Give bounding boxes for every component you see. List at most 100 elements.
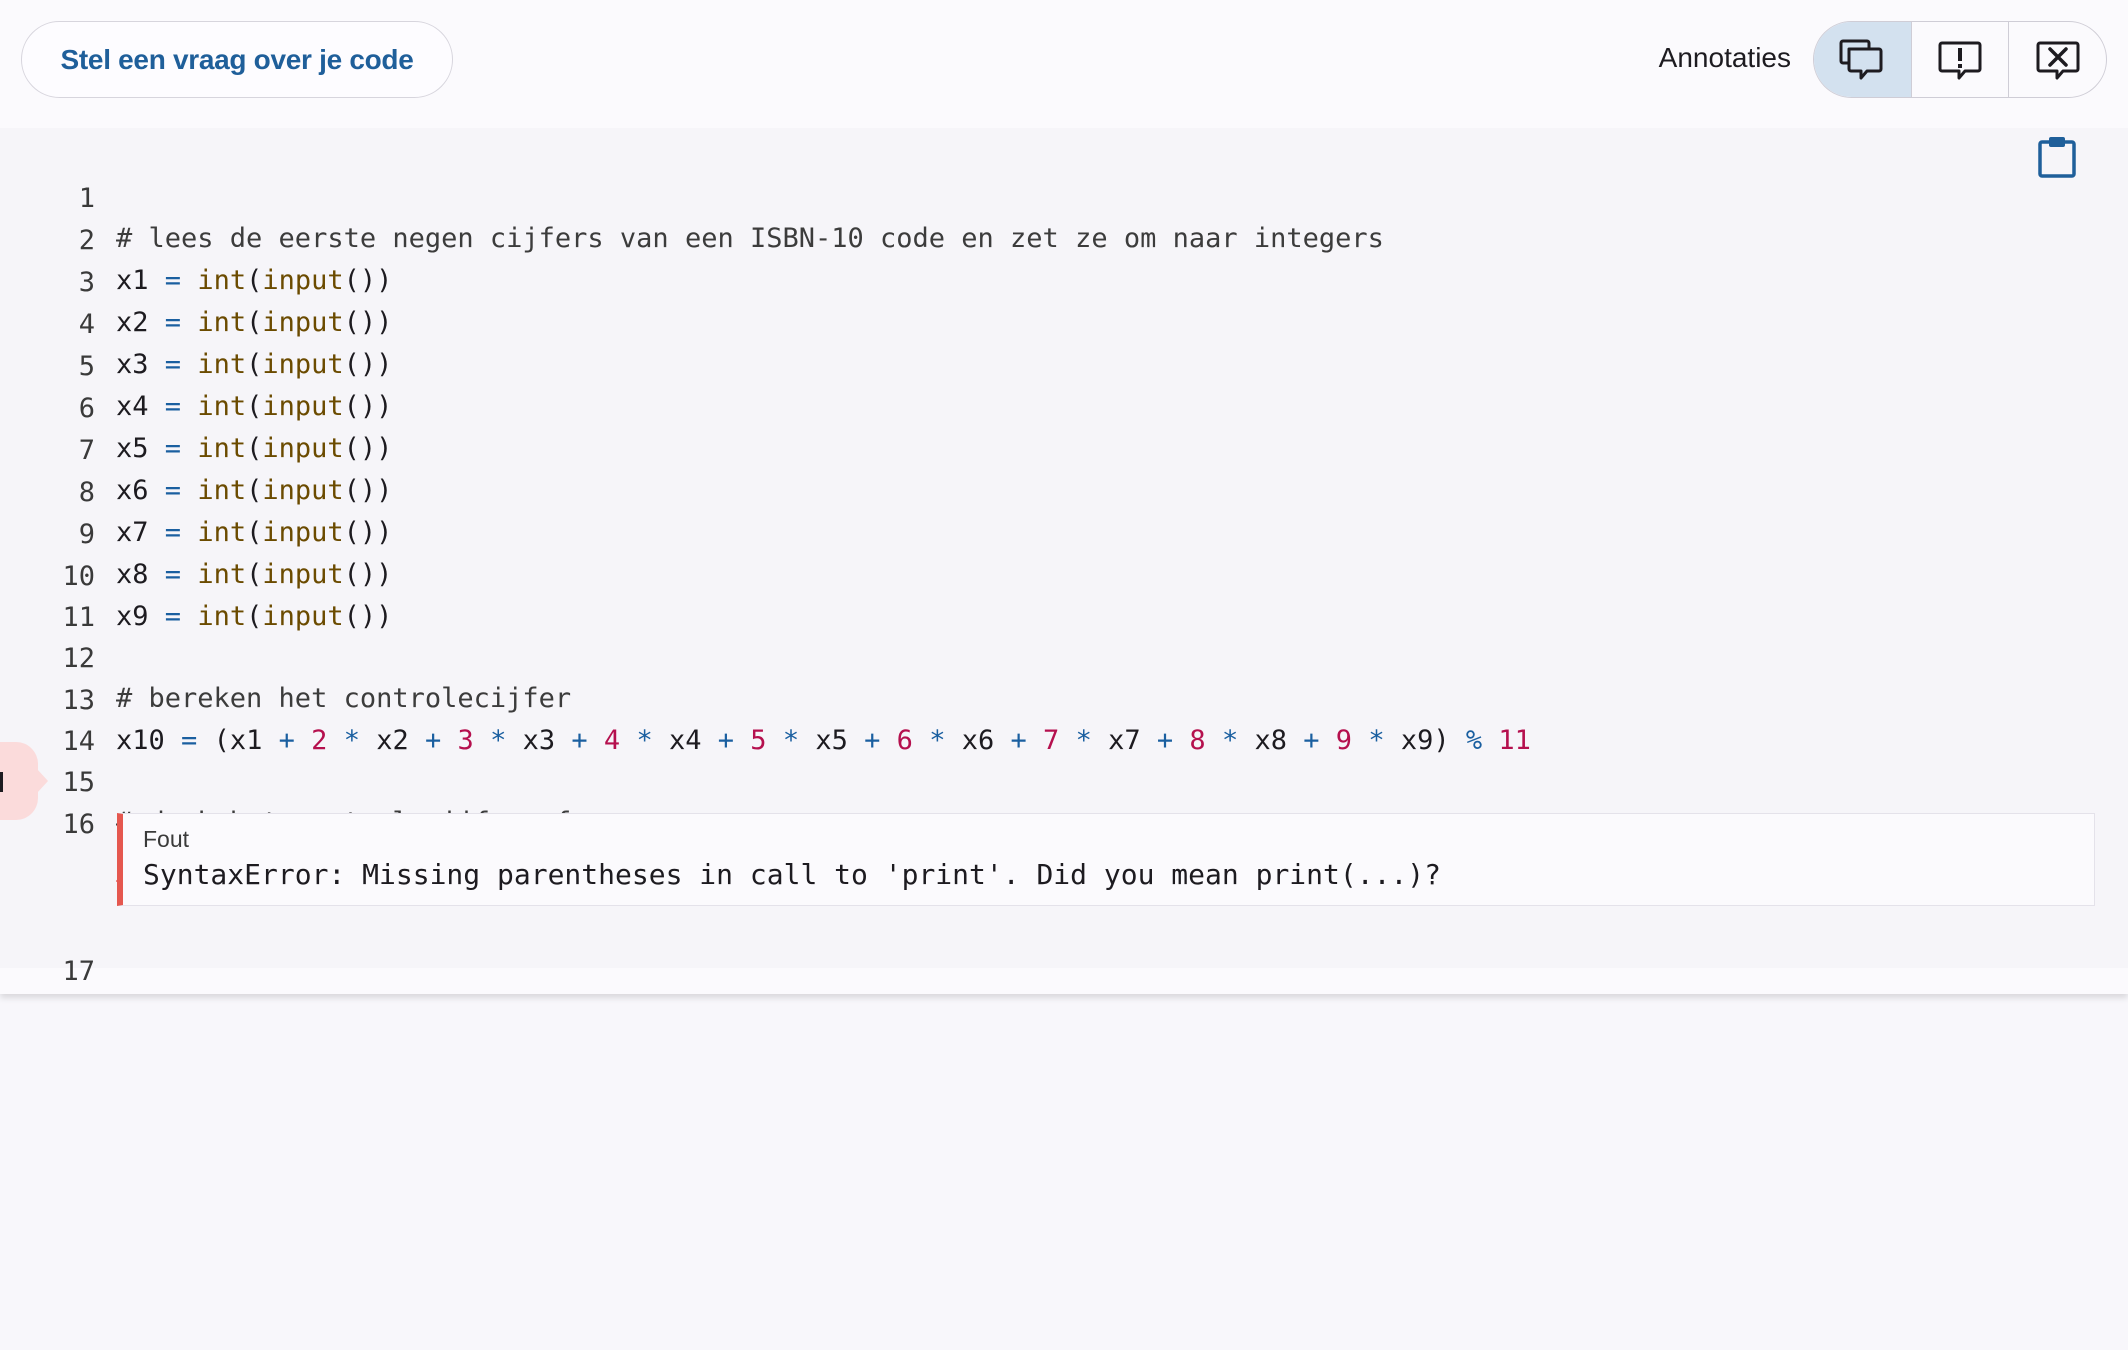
code-op: +: [1010, 725, 1027, 756]
code-fn: int: [197, 601, 247, 632]
code-paren: (: [246, 265, 263, 296]
error-title: Fout: [143, 826, 190, 852]
code-op: =: [181, 725, 198, 756]
code-number: 6: [896, 725, 913, 756]
code-paren: ()): [343, 601, 393, 632]
code-op: =: [164, 391, 182, 422]
code-fn: input: [262, 475, 344, 506]
code-op: *: [1221, 725, 1239, 756]
code-fn: int: [197, 517, 247, 548]
code-op: =: [164, 433, 182, 464]
code-var: x5: [815, 725, 848, 756]
code-line: 9 x8 = int(input()): [0, 475, 393, 590]
code-number: 7: [1043, 725, 1060, 756]
code-number: 9: [1335, 725, 1353, 756]
code-fn: input: [262, 349, 344, 380]
code-op: =: [164, 307, 182, 338]
show-errors-warnings-button[interactable]: [1912, 22, 2010, 97]
code-op: *: [490, 725, 507, 756]
code-op: =: [164, 475, 182, 506]
code-paren: ()): [343, 433, 393, 464]
code-line: 2 x1 = int(input()): [0, 181, 393, 296]
code-fn: input: [262, 517, 344, 548]
code-number: 4: [603, 725, 621, 756]
comments-icon: [1839, 39, 1883, 79]
code-number: 11: [1498, 725, 1531, 756]
code-line: 6 x5 = int(input()): [0, 349, 393, 464]
code-op: =: [164, 265, 182, 296]
annotations-toggle-group: [1813, 21, 2107, 98]
code-op: *: [1368, 725, 1385, 756]
code-paren: ()): [343, 265, 393, 296]
code-var: x5: [116, 433, 149, 464]
code-line: 15 # druk het controlecijfer af: [0, 723, 571, 838]
code-line: 1 # lees de eerste negen cijfers van een…: [0, 139, 1384, 254]
show-errors-only-button[interactable]: [2009, 22, 2106, 97]
code-comment: # lees de eerste negen cijfers van een I…: [116, 223, 1384, 254]
line-number: 17: [62, 956, 95, 987]
code-op: *: [636, 725, 653, 756]
code-var: x2: [116, 307, 149, 338]
code-var: x2: [376, 725, 409, 756]
code-paren: (: [246, 475, 263, 506]
code-fn: int: [197, 391, 247, 422]
code-paren: ()): [343, 349, 393, 380]
code-fn: input: [262, 601, 344, 632]
code-var: x9: [116, 601, 149, 632]
code-line: 8 x7 = int(input()): [0, 433, 393, 548]
code-paren: ()): [343, 475, 393, 506]
code-paren: ()): [343, 391, 393, 422]
code-var: x3: [116, 349, 149, 380]
code-number: 3: [457, 725, 474, 756]
code-var: x7: [1108, 725, 1141, 756]
code-var: x9): [1400, 725, 1450, 756]
line-number: 16: [62, 809, 95, 840]
code-paren: (: [246, 433, 263, 464]
code-op: +: [717, 725, 735, 756]
code-var: x8: [1254, 725, 1287, 756]
code-var: x4: [116, 391, 149, 422]
code-op: =: [164, 517, 182, 548]
code-var: x8: [116, 559, 149, 590]
code-number: 5: [750, 725, 767, 756]
code-fn: int: [197, 433, 247, 464]
code-var: (x1: [213, 725, 263, 756]
code-op: +: [425, 725, 442, 756]
error-annotation: Fout SyntaxError: Missing parentheses in…: [117, 813, 2095, 906]
warning-comment-icon: [1938, 41, 1982, 79]
code-line: 12 # bereken het controlecijfer: [0, 599, 571, 714]
code-paren: (: [246, 517, 263, 548]
ask-question-button[interactable]: Stel een vraag over je code: [21, 21, 453, 98]
code-op: +: [1156, 725, 1174, 756]
code-op: *: [343, 725, 360, 756]
code-paren: (: [246, 391, 263, 422]
code-number: 2: [311, 725, 328, 756]
code-card: Stel een vraag over je code Annotaties 1…: [0, 0, 2128, 994]
code-line: 16 print x10: [0, 765, 262, 880]
code-var: x10: [116, 725, 165, 756]
code-op: +: [571, 725, 588, 756]
code-fn: int: [197, 265, 247, 296]
error-message: SyntaxError: Missing parentheses in call…: [143, 858, 1442, 891]
code-var: x6: [961, 725, 995, 756]
code-paren: ()): [343, 559, 393, 590]
code-line: 10 x9 = int(input()): [0, 517, 392, 632]
code-paren: (: [246, 307, 263, 338]
code-paren: ()): [343, 517, 393, 548]
code-line: 13 x10 = (x1 + 2 * x2 + 3 * x3 + 4 * x4 …: [0, 641, 1530, 756]
annotations-label: Annotaties: [1658, 42, 1791, 73]
code-paren: ()): [343, 307, 393, 338]
code-op: *: [929, 725, 946, 756]
code-op: =: [164, 601, 182, 632]
code-paren: (: [246, 601, 263, 632]
clipboard-icon[interactable]: [2037, 136, 2077, 178]
code-number: 8: [1189, 725, 1206, 756]
show-all-annotations-button[interactable]: [1814, 22, 1912, 97]
code-fn: input: [262, 559, 344, 590]
code-op: +: [1303, 725, 1320, 756]
code-var: x4: [668, 725, 702, 756]
code-fn: input: [262, 433, 344, 464]
code-fn: input: [262, 307, 344, 338]
code-paren: (: [246, 559, 263, 590]
code-line: 5 x4 = int(input()): [0, 307, 393, 422]
